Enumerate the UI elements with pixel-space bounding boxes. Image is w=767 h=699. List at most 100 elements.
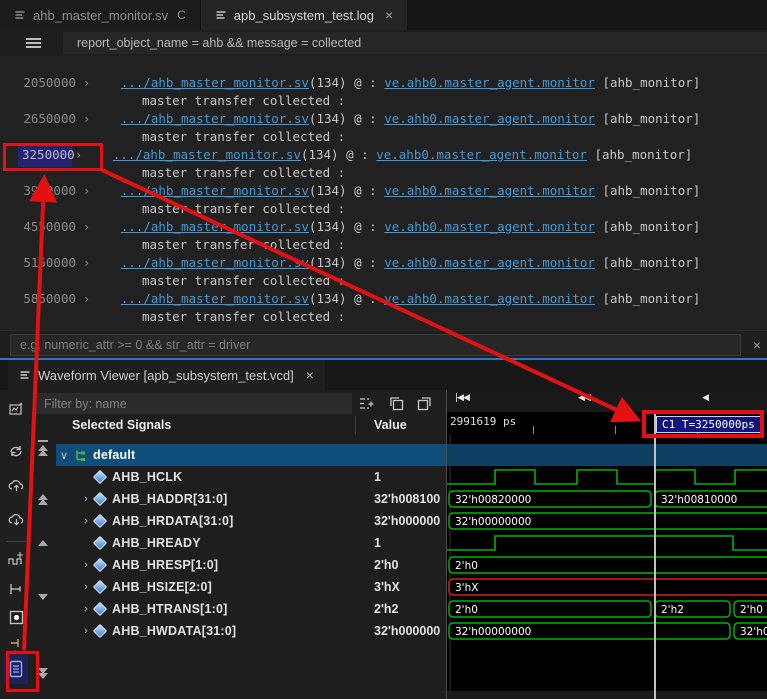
fast-backward-icon[interactable]: ◀◀ (578, 393, 591, 403)
source-file-link[interactable]: .../ahb_master_monitor.sv (121, 291, 309, 306)
expand-caret-icon[interactable]: › (83, 76, 90, 90)
chevron-right-icon[interactable]: › (80, 603, 92, 615)
clear-filter-icon[interactable]: × (753, 337, 761, 353)
step-up-button[interactable] (38, 540, 48, 546)
log-file-icon (15, 11, 25, 19)
attribute-filter-row: × (0, 330, 767, 358)
sync-icon[interactable] (7, 442, 25, 460)
chevron-down-icon[interactable]: ∨ (58, 449, 70, 462)
signal-row-ahb-htrans[interactable]: › AHB_HTRANS[1:0] 2'h2 (56, 598, 446, 620)
pulse-icon[interactable] (7, 550, 25, 568)
trace-ahb-hwdata: 32'h00000000 32'h00 (448, 622, 767, 640)
tab-label: ahb_master_monitor.sv (33, 7, 169, 23)
page-up-button[interactable] (38, 494, 48, 505)
tab-ahb-master-monitor-sv[interactable]: ahb_master_monitor.sv C (0, 0, 201, 30)
chevron-right-icon[interactable]: › (80, 581, 92, 593)
expand-caret-icon[interactable]: › (75, 148, 82, 162)
log-timestamp[interactable]: 4550000 (22, 218, 76, 236)
trace-ahb-hready (447, 535, 767, 551)
cursor-c1-label[interactable]: C1 T=3250000ps (656, 416, 761, 433)
toolbar-divider (6, 541, 26, 542)
step-down-button[interactable] (38, 594, 48, 600)
signal-row-ahb-hwdata[interactable]: › AHB_HWDATA[31:0] 32'h000000 (56, 620, 446, 642)
source-file-link[interactable]: .../ahb_master_monitor.sv (121, 111, 309, 126)
transcript-list-icon[interactable] (4, 654, 28, 684)
expand-caret-icon[interactable]: › (83, 112, 90, 126)
cloud-upload-icon[interactable] (7, 476, 25, 494)
measure-icon[interactable] (7, 580, 25, 598)
close-icon[interactable]: × (306, 367, 314, 383)
signal-icon (92, 491, 108, 507)
horizontal-scrollbar[interactable] (447, 691, 767, 699)
log-filter-input[interactable]: report_object_name = ahb && message = co… (63, 32, 767, 54)
add-signal-group-icon[interactable] (358, 395, 375, 412)
panel-tab-bar: Waveform Viewer [apb_subsystem_test.vcd]… (0, 358, 767, 390)
log-tag: [ahb_monitor] (602, 111, 701, 126)
group-name: default (93, 448, 136, 462)
expand-caret-icon[interactable]: › (83, 184, 90, 198)
log-tag: [ahb_monitor] (602, 219, 701, 234)
log-timestamp[interactable]: 2050000 (22, 74, 76, 92)
signal-row-ahb-hresp[interactable]: › AHB_HRESP[1:0] 2'h0 (56, 554, 446, 576)
scope-link[interactable]: ve.ahb0.master_agent.monitor (384, 183, 595, 198)
page-down-button[interactable] (38, 668, 48, 679)
scope-link[interactable]: ve.ahb0.master_agent.monitor (384, 291, 595, 306)
chevron-right-icon[interactable]: › (80, 493, 92, 505)
menu-icon[interactable] (26, 36, 41, 50)
log-timestamp[interactable]: 3950000 (22, 182, 76, 200)
record-icon[interactable] (7, 608, 25, 626)
wave-canvas[interactable]: |◀◀ ◀◀ ◀ 2991619 ps 32'h00820000 32'h008… (446, 390, 767, 699)
log-line-ref: (134) @ : (308, 291, 377, 306)
source-file-link[interactable]: .../ahb_master_monitor.sv (113, 147, 301, 162)
tab-apb-subsystem-test-log[interactable]: apb_subsystem_test.log × (200, 0, 408, 30)
signal-row-ahb-hsize[interactable]: › AHB_HSIZE[2:0] 3'hX (56, 576, 446, 598)
editor-tab-bar: ahb_master_monitor.sv C apb_subsystem_te… (0, 0, 767, 30)
log-line-ref: (134) @ : (308, 219, 377, 234)
scope-link[interactable]: ve.ahb0.master_agent.monitor (384, 111, 595, 126)
expand-caret-icon[interactable]: › (83, 292, 90, 306)
collapse-all-icon[interactable] (416, 395, 433, 412)
source-file-link[interactable]: .../ahb_master_monitor.sv (121, 183, 309, 198)
cloud-download-icon[interactable] (7, 510, 25, 528)
scope-link[interactable]: ve.ahb0.master_agent.monitor (384, 75, 595, 90)
log-timestamp[interactable]: 5850000 (22, 290, 76, 308)
log-entry: 4550000 › .../ahb_master_monitor.sv(134) … (22, 218, 767, 254)
skip-to-start-icon[interactable]: |◀◀ (455, 393, 470, 403)
scroll-to-top-button[interactable] (38, 440, 48, 456)
expand-caret-icon[interactable]: › (83, 256, 90, 270)
log-timestamp[interactable]: 2650000 (22, 110, 76, 128)
attribute-filter-input[interactable] (10, 334, 741, 356)
log-tag: [ahb_monitor] (602, 183, 701, 198)
chevron-right-icon[interactable]: › (80, 515, 92, 527)
chevron-right-icon[interactable]: › (80, 625, 92, 637)
snapshot-icon[interactable] (7, 400, 25, 418)
scope-link[interactable]: ve.ahb0.master_agent.monitor (384, 255, 595, 270)
signal-value: 3'hX (374, 580, 400, 594)
source-file-link[interactable]: .../ahb_master_monitor.sv (121, 219, 309, 234)
svg-text:32'h00810000: 32'h00810000 (661, 494, 737, 506)
log-entry: 2050000 › .../ahb_master_monitor.sv(134) … (22, 74, 767, 110)
signal-icon (92, 623, 108, 639)
log-line-ref: (134) @ : (300, 147, 369, 162)
time-cursor[interactable] (654, 412, 656, 699)
expand-caret-icon[interactable]: › (83, 220, 90, 234)
source-file-link[interactable]: .../ahb_master_monitor.sv (121, 75, 309, 90)
scope-link[interactable]: ve.ahb0.master_agent.monitor (384, 219, 595, 234)
log-entry: 5850000 › .../ahb_master_monitor.sv(134) … (22, 290, 767, 326)
step-backward-icon[interactable]: ◀ (702, 393, 709, 403)
source-file-link[interactable]: .../ahb_master_monitor.sv (121, 255, 309, 270)
signal-row-ahb-hready[interactable]: AHB_HREADY 1 (56, 532, 446, 554)
signal-row-ahb-hclk[interactable]: AHB_HCLK 1 (56, 466, 446, 488)
signal-filter-input[interactable] (36, 393, 352, 414)
close-icon[interactable]: × (385, 7, 393, 23)
signal-row-ahb-hrdata[interactable]: › AHB_HRDATA[31:0] 32'h000000 (56, 510, 446, 532)
tab-waveform-viewer[interactable]: Waveform Viewer [apb_subsystem_test.vcd]… (8, 360, 325, 390)
expand-all-icon[interactable] (388, 395, 405, 412)
signal-row-ahb-haddr[interactable]: › AHB_HADDR[31:0] 32'h008100 (56, 488, 446, 510)
scope-link[interactable]: ve.ahb0.master_agent.monitor (376, 147, 587, 162)
log-timestamp[interactable]: 5150000 (22, 254, 76, 272)
log-timestamp-highlighted[interactable]: 3250000 (18, 143, 75, 167)
svg-text:32'h00000000: 32'h00000000 (455, 626, 531, 638)
chevron-right-icon[interactable]: › (80, 559, 92, 571)
signal-group-default[interactable]: ∨ default (56, 444, 446, 466)
